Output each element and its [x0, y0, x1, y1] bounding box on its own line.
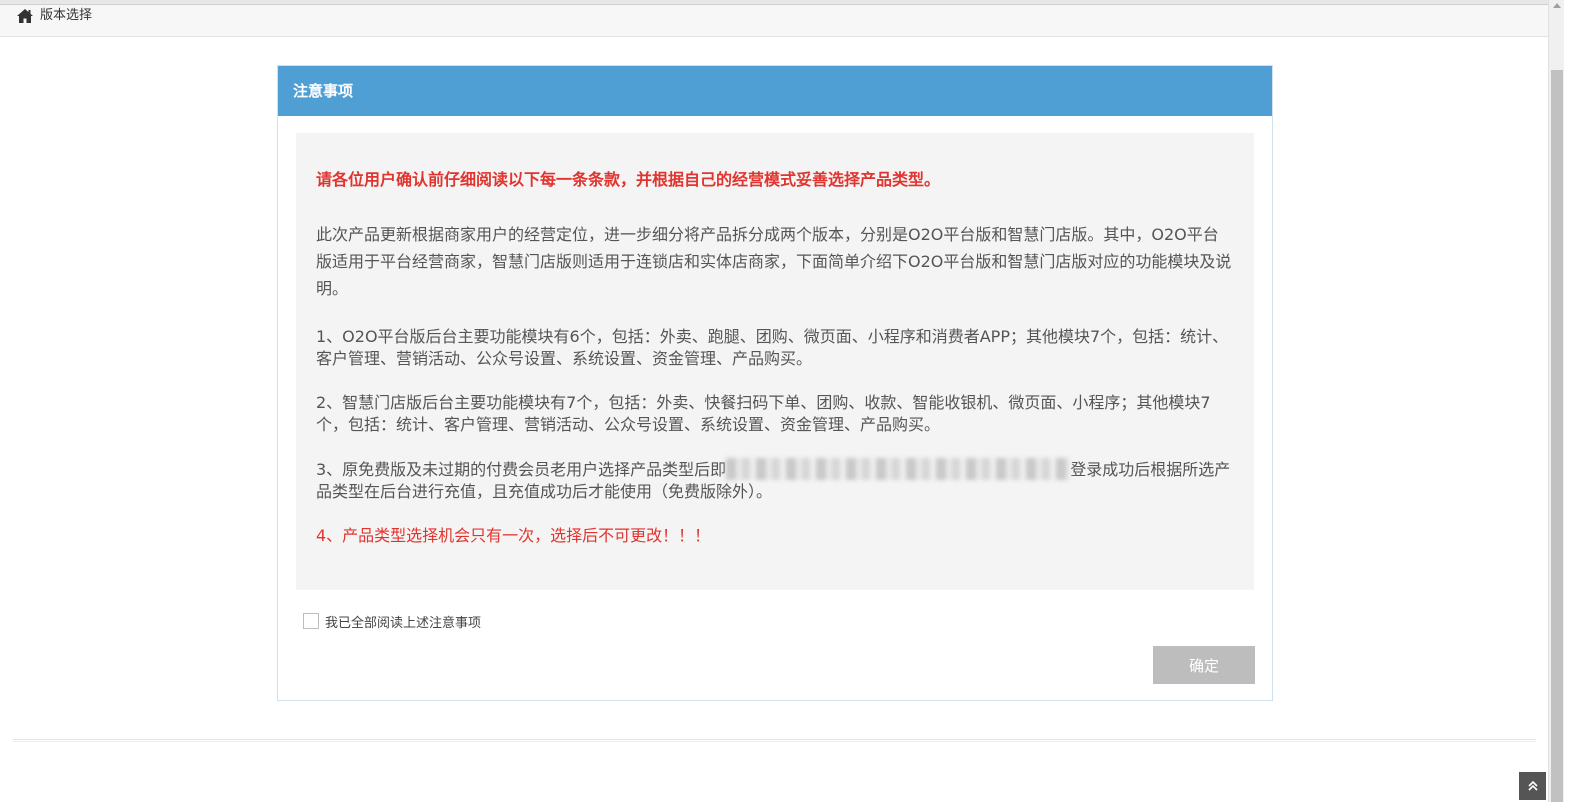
scroll-up-icon[interactable]: [1553, 3, 1561, 8]
footer-divider: [13, 739, 1536, 742]
confirm-button[interactable]: 确定: [1153, 646, 1255, 684]
back-to-top-button[interactable]: [1519, 772, 1546, 800]
panel-title: 注意事项: [278, 66, 1272, 116]
double-chevron-up-icon: [1527, 780, 1538, 791]
agree-checkbox[interactable]: [303, 613, 319, 629]
notice-heading: 请各位用户确认前仔细阅读以下每一条条款，并根据自己的经营模式妥善选择产品类型。: [316, 170, 941, 189]
breadcrumb-current: 版本选择: [40, 8, 93, 23]
notice-item-4: 4、产品类型选择机会只有一次，选择后不可更改！！！: [316, 526, 711, 545]
notice-panel: 注意事项 请各位用户确认前仔细阅读以下每一条条款，并根据自己的经营模式妥善选择产…: [277, 65, 1273, 701]
scrollbar-thumb[interactable]: [1551, 70, 1563, 802]
notice-item-2: 2、智慧门店版后台主要功能模块有7个，包括：外卖、快餐扫码下单、团购、收款、智能…: [316, 393, 1211, 434]
notice-intro: 此次产品更新根据商家用户的经营定位，进一步细分将产品拆分成两个版本，分别是O2O…: [316, 225, 1232, 298]
agree-label[interactable]: 我已全部阅读上述注意事项: [325, 612, 481, 631]
notice-item-3: 3、原免费版及未过期的付费会员老用户选择产品类型后即 登录成功后根据所选产品类型在…: [316, 458, 1234, 503]
vertical-scrollbar[interactable]: [1548, 0, 1564, 802]
home-icon[interactable]: [16, 8, 34, 24]
notice-item-3-start: 3、原免费版及未过期的付费会员老用户选择产品类型后即: [316, 460, 727, 479]
notice-content: 请各位用户确认前仔细阅读以下每一条条款，并根据自己的经营模式妥善选择产品类型。 …: [296, 133, 1254, 590]
window-edge: [1564, 0, 1580, 802]
breadcrumb: 版本选择: [0, 5, 1548, 37]
redacted-text: [726, 458, 1071, 480]
agree-row[interactable]: 我已全部阅读上述注意事项: [303, 611, 481, 631]
notice-item-1: 1、O2O平台版后台主要功能模块有6个，包括：外卖、跑腿、团购、微页面、小程序和…: [316, 327, 1229, 368]
